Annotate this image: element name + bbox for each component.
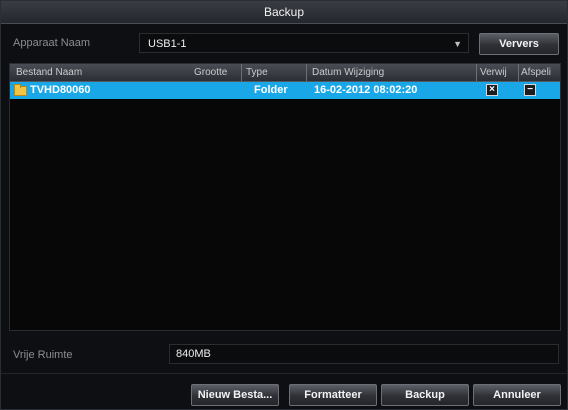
- column-header-name[interactable]: Bestand Naam: [16, 64, 186, 81]
- device-name-label: Apparaat Naam: [13, 37, 91, 49]
- file-type: Folder: [254, 84, 288, 96]
- refresh-button[interactable]: Ververs: [479, 33, 559, 55]
- dialog-title: Backup: [1, 1, 567, 24]
- close-icon[interactable]: ×: [486, 84, 498, 96]
- footer-divider: [1, 373, 567, 374]
- column-header-type[interactable]: Type: [246, 64, 306, 81]
- minus-icon[interactable]: −: [524, 84, 536, 96]
- backup-dialog: Backup Apparaat Naam USB1-1 ▼ Ververs Be…: [0, 0, 568, 410]
- column-header-delete[interactable]: Verwij: [480, 64, 518, 81]
- device-select-value: USB1-1: [148, 38, 187, 50]
- cancel-button[interactable]: Annuleer: [473, 384, 561, 406]
- free-space-label: Vrije Ruimte: [13, 349, 73, 361]
- new-folder-button[interactable]: Nieuw Besta...: [191, 384, 279, 406]
- chevron-down-icon: ▼: [453, 39, 462, 49]
- folder-icon: [14, 84, 27, 96]
- backup-button[interactable]: Backup: [381, 384, 469, 406]
- column-header-date[interactable]: Datum Wijziging: [312, 64, 472, 81]
- table-row[interactable]: TVHD80060 Folder 16-02-2012 08:02:20 × −: [10, 82, 560, 99]
- column-divider: [476, 64, 477, 81]
- device-select[interactable]: USB1-1 ▼: [139, 33, 469, 53]
- column-header-size[interactable]: Grootte: [194, 64, 242, 81]
- table-header: Bestand Naam Grootte Type Datum Wijzigin…: [10, 64, 560, 82]
- column-divider: [241, 64, 242, 81]
- file-table: Bestand Naam Grootte Type Datum Wijzigin…: [9, 63, 561, 331]
- free-space-value: 840MB: [169, 344, 559, 364]
- file-name: TVHD80060: [30, 84, 91, 96]
- format-button[interactable]: Formatteer: [289, 384, 377, 406]
- column-divider: [306, 64, 307, 81]
- column-header-play[interactable]: Afspeli: [521, 64, 560, 81]
- column-divider: [518, 64, 519, 81]
- file-date: 16-02-2012 08:02:20: [314, 84, 418, 96]
